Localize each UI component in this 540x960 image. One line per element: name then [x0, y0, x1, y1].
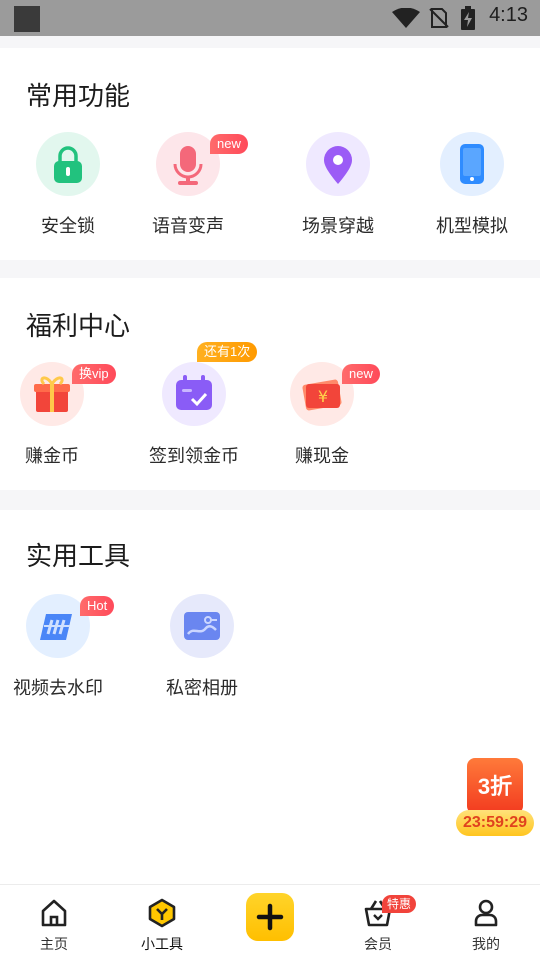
- battery-charging-icon: [461, 6, 475, 30]
- item-label: 机型模拟: [436, 216, 508, 237]
- discount-promo-widget[interactable]: 3折 23:59:29: [456, 758, 534, 838]
- status-bar: 4:13: [0, 0, 540, 36]
- vip-exchange-badge: 换vip: [72, 364, 116, 384]
- tab-member[interactable]: 特惠 会员: [324, 885, 432, 960]
- item-label: 赚现金: [295, 446, 349, 467]
- tab-label: 主页: [40, 937, 68, 953]
- hot-badge: Hot: [80, 596, 115, 616]
- private-album-icon: [170, 594, 234, 658]
- bottom-tab-bar: 主页 小工具 特惠 会员 我的: [0, 884, 540, 960]
- tab-label: 我的: [472, 937, 500, 953]
- calendar-check-icon: [162, 362, 226, 426]
- item-label: 视频去水印: [13, 678, 103, 699]
- section-title: 福利中心: [26, 312, 131, 342]
- special-offer-badge: 特惠: [382, 895, 417, 913]
- location-pin-icon: [306, 132, 370, 196]
- home-icon: [41, 899, 67, 927]
- discount-label: 3折: [467, 758, 523, 814]
- phone-icon: [440, 132, 504, 196]
- tab-label: 会员: [364, 937, 392, 953]
- tools-icon: [148, 898, 176, 928]
- section-title: 实用工具: [26, 542, 131, 572]
- item-label: 语音变声: [152, 216, 224, 237]
- new-badge: new: [342, 364, 380, 384]
- countdown-timer: 23:59:29: [456, 810, 534, 836]
- item-label: 私密相册: [166, 678, 238, 699]
- common-functions-section: 常用功能 安全锁 new 语音变声 场景穿越 机型模拟: [0, 48, 540, 260]
- tab-label: 小工具: [141, 937, 183, 953]
- profile-icon: [474, 899, 498, 927]
- tab-add[interactable]: [216, 885, 324, 960]
- new-badge: new: [210, 134, 248, 154]
- welfare-center-section: 福利中心 换vip 赚金币 还有1次 签到领金币 ¥ new 赚现金: [0, 278, 540, 490]
- item-label: 赚金币: [25, 446, 79, 467]
- tab-home[interactable]: 主页: [0, 885, 108, 960]
- lock-icon: [36, 132, 100, 196]
- status-time: 4:13: [489, 4, 528, 26]
- tab-tools[interactable]: 小工具: [108, 885, 216, 960]
- plus-icon: [246, 893, 294, 941]
- tab-profile[interactable]: 我的: [432, 885, 540, 960]
- notification-icon: [14, 6, 40, 32]
- wifi-icon: [392, 8, 420, 28]
- section-title: 常用功能: [26, 82, 131, 112]
- svg-text:¥: ¥: [318, 387, 328, 406]
- remaining-times-badge: 还有1次: [197, 342, 258, 362]
- no-sim-icon: [429, 8, 449, 28]
